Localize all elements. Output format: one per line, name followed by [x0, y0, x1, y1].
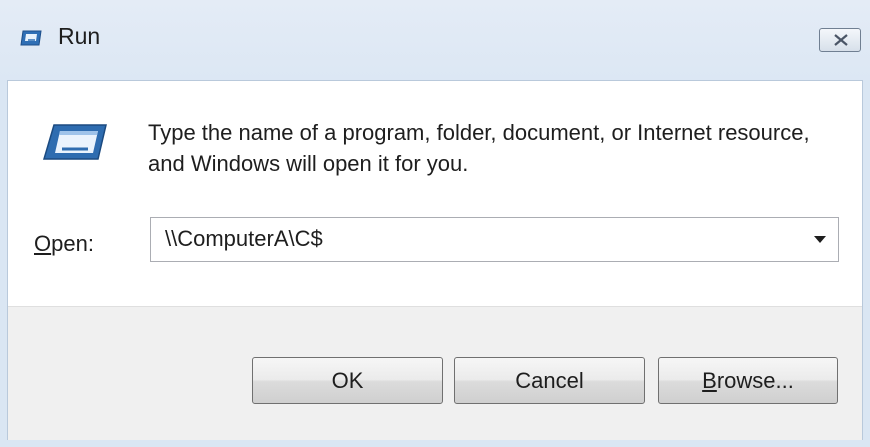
- button-bar: OK Cancel Browse...: [8, 306, 862, 440]
- browse-label: rowse...: [716, 368, 794, 393]
- title-bar[interactable]: Run: [0, 0, 870, 80]
- browse-button[interactable]: Browse...: [658, 357, 838, 404]
- dialog-description: Type the name of a program, folder, docu…: [148, 120, 810, 176]
- chevron-down-icon: [814, 236, 826, 243]
- dialog-client-area: Type the name of a program, folder, docu…: [7, 80, 863, 440]
- cancel-button[interactable]: Cancel: [454, 357, 645, 404]
- run-icon: [42, 123, 108, 161]
- open-label-text: pen:: [51, 231, 94, 256]
- open-label: Open:: [34, 231, 94, 257]
- open-combobox[interactable]: \\ComputerA\C$: [150, 217, 839, 262]
- ok-button[interactable]: OK: [252, 357, 443, 404]
- dropdown-button[interactable]: [802, 218, 838, 261]
- close-icon: [834, 34, 848, 46]
- run-dialog: Run Type the name of a program, folder, …: [0, 0, 870, 447]
- open-input[interactable]: \\ComputerA\C$: [165, 226, 323, 252]
- window-title: Run: [58, 23, 101, 49]
- close-button[interactable]: [819, 28, 861, 52]
- open-label-mnemonic: O: [34, 231, 52, 256]
- run-icon: [20, 30, 42, 46]
- browse-mnemonic: B: [702, 368, 717, 393]
